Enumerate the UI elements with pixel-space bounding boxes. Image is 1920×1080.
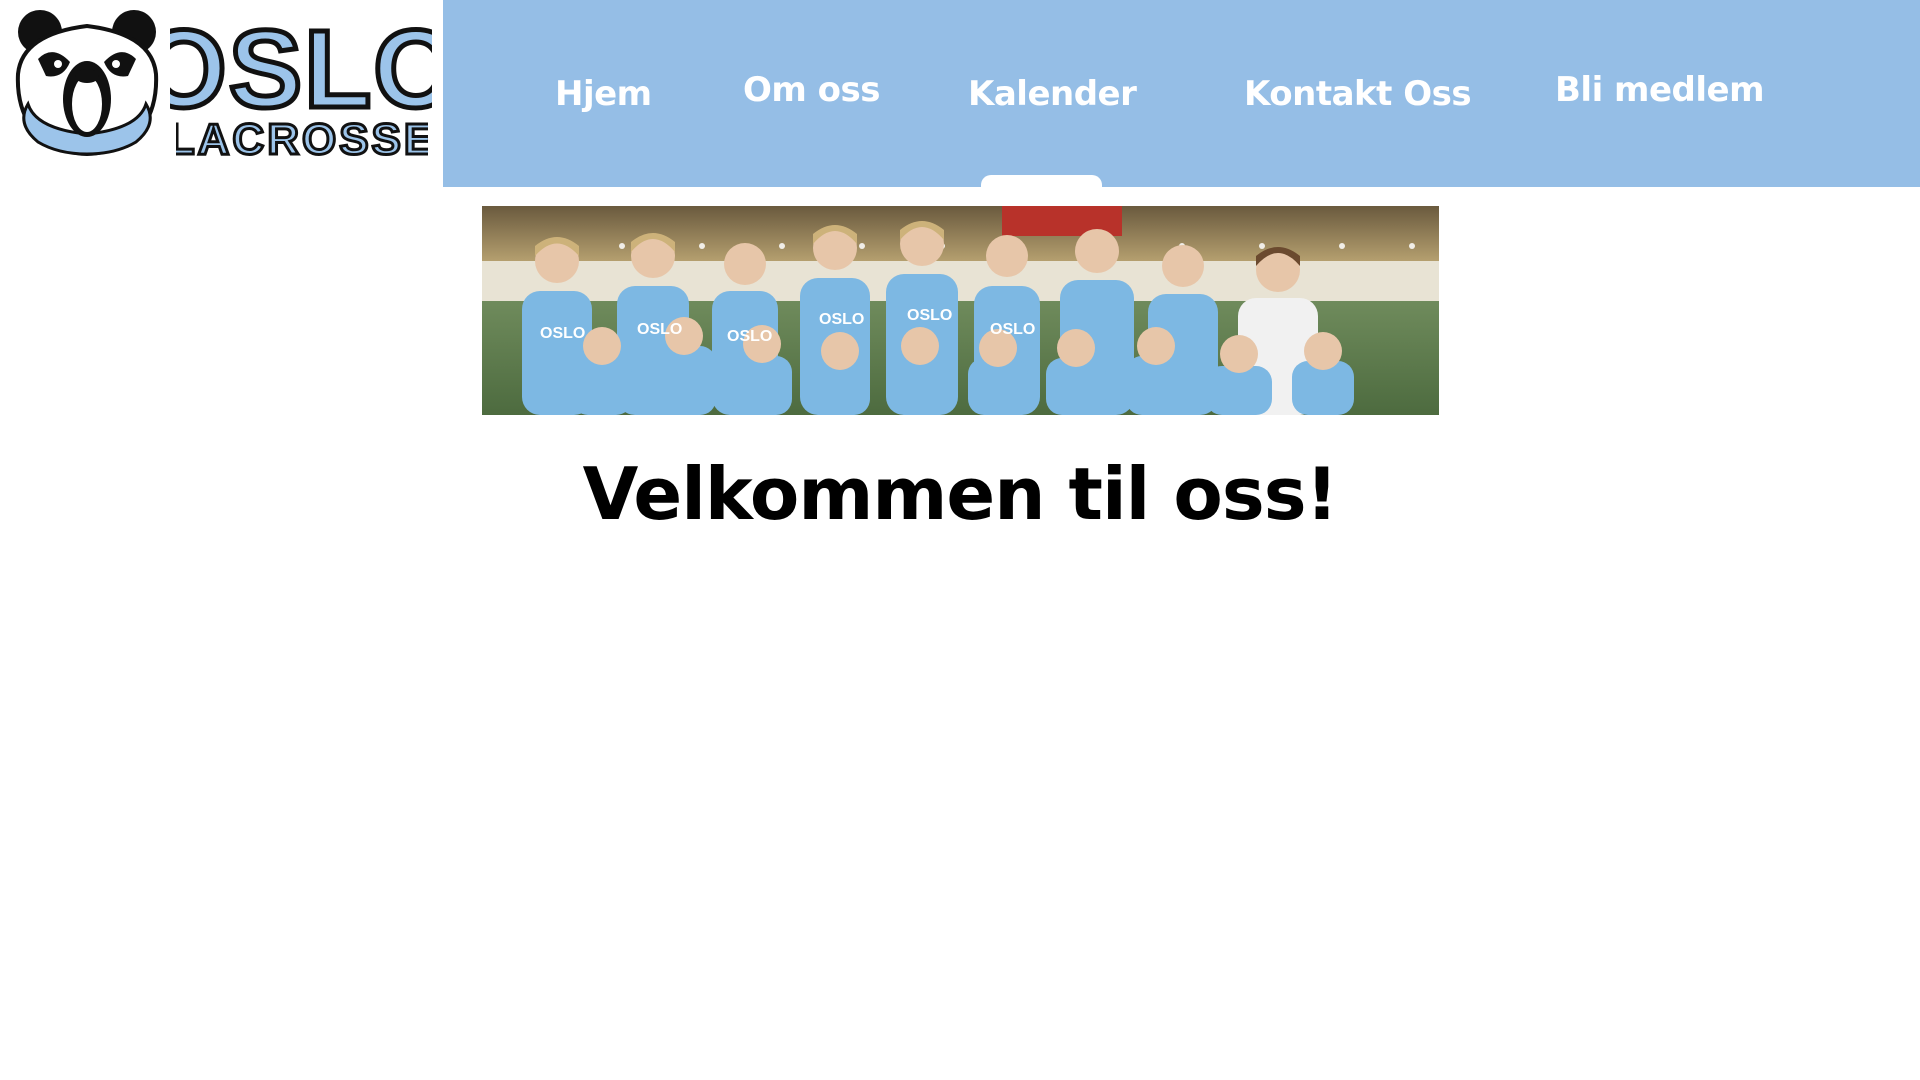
svg-text:OSLO: OSLO (819, 311, 864, 328)
svg-text:OSLO: OSLO (990, 321, 1035, 338)
site-logo[interactable]: OSLO LACROSSE (0, 0, 443, 187)
nav-item-bli-medlem[interactable]: Bli medlem (1555, 70, 1765, 110)
active-nav-indicator (981, 175, 1102, 188)
logo-lacrosse-text: LACROSSE (176, 114, 428, 161)
svg-text:OSLO: OSLO (727, 328, 772, 345)
team-photo: OSLO OSLO OSLO OSLO OSLO OSLO (482, 206, 1439, 415)
team-photo-illustration: OSLO OSLO OSLO OSLO OSLO OSLO (482, 206, 1439, 415)
main-navigation: Hjem Om oss Kalender Kontakt Oss Bli med… (443, 0, 1920, 188)
logo-line2: LACROSSE (176, 115, 428, 160)
page: OSLO LACROSSE Hjem Om oss Kalender Konta… (0, 0, 1920, 1080)
logo-oslo-text: OSLO (170, 12, 432, 120)
logo-line1: OSLO (170, 12, 432, 120)
nav-item-hjem[interactable]: Hjem (555, 74, 652, 114)
svg-text:OSLO: OSLO (907, 307, 952, 324)
page-title: Velkommen til oss! (582, 452, 1339, 536)
panda-icon (15, 10, 159, 156)
nav-item-om-oss[interactable]: Om oss (743, 70, 881, 110)
nav-item-kalender[interactable]: Kalender (968, 74, 1137, 114)
svg-text:OSLO: OSLO (540, 325, 585, 342)
svg-text:OSLO: OSLO (637, 321, 682, 338)
nav-item-kontakt-oss[interactable]: Kontakt Oss (1244, 74, 1472, 114)
